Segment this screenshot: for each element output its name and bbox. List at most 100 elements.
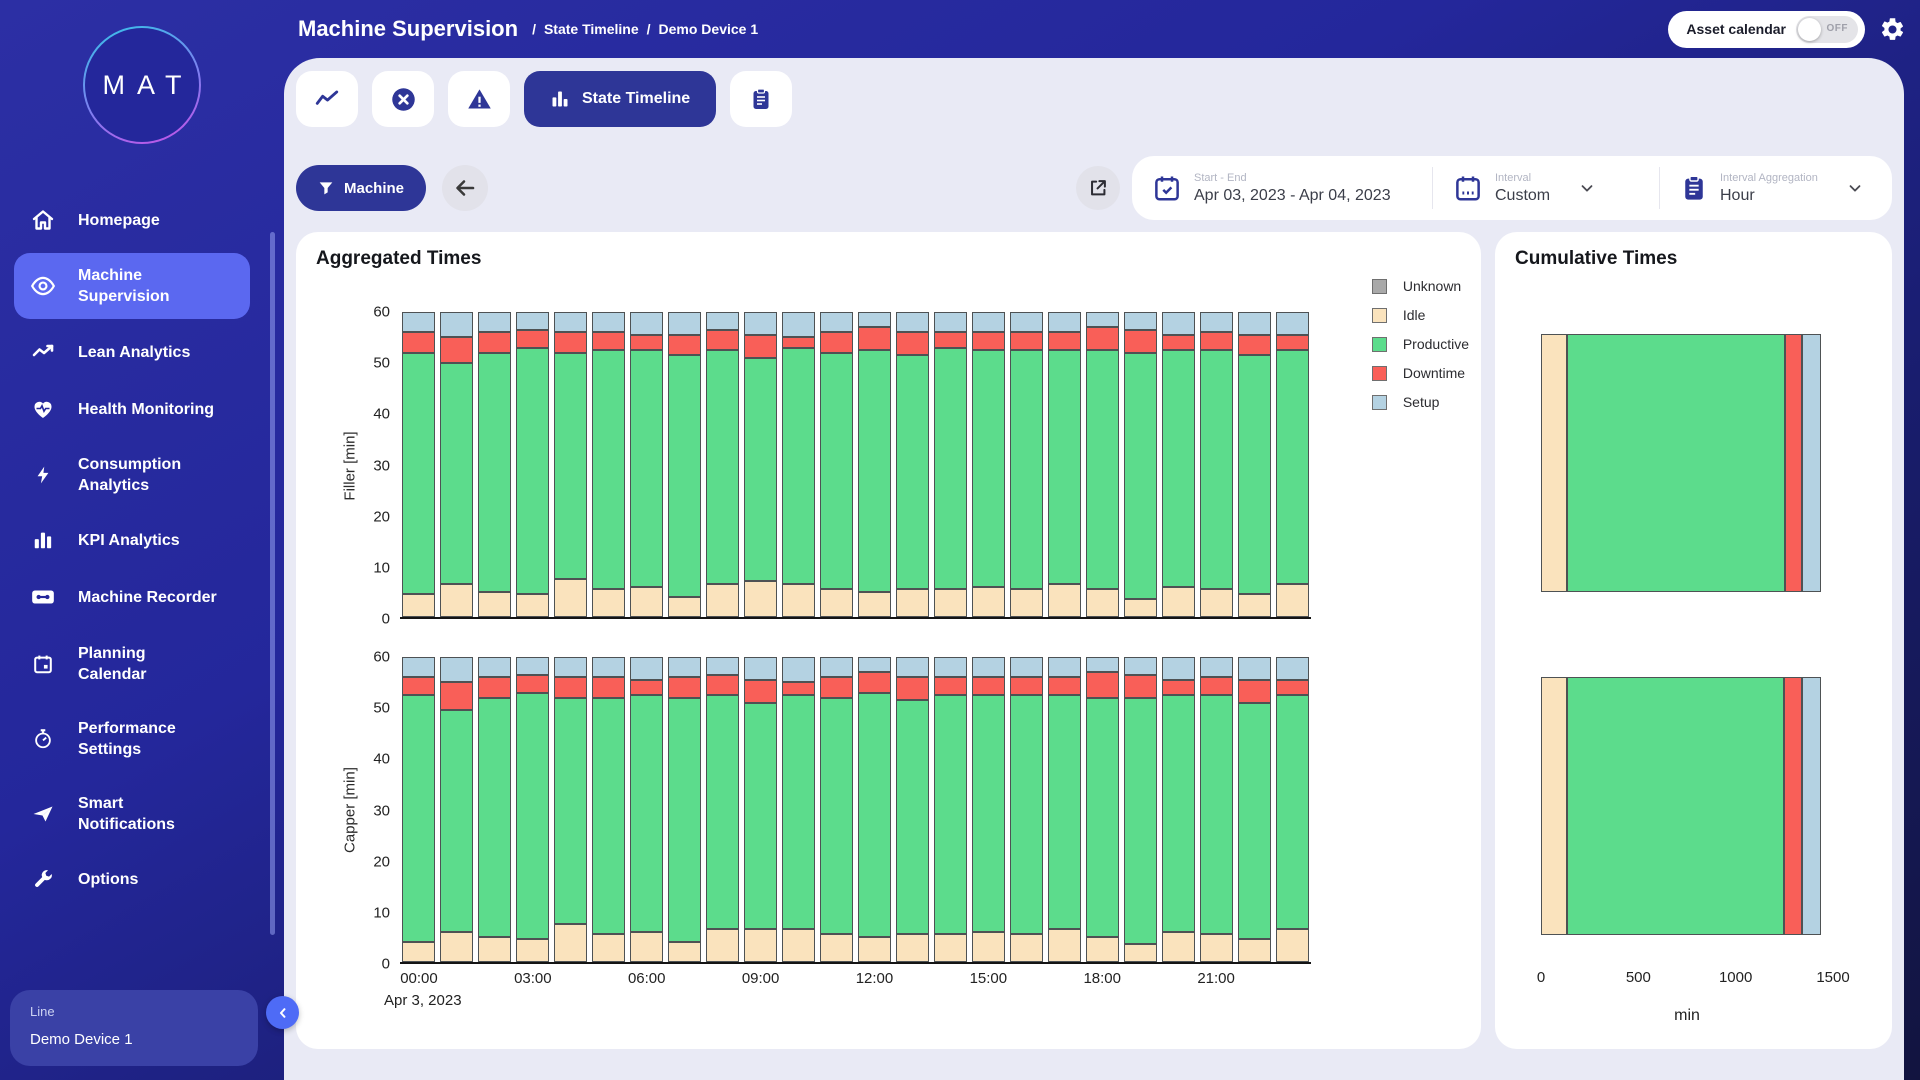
state-bar-22:00[interactable] <box>1238 312 1271 617</box>
productive-segment <box>1567 334 1785 592</box>
legend-item-unknown[interactable]: Unknown <box>1372 278 1469 294</box>
state-bar-03:00[interactable] <box>516 312 549 617</box>
machine-filter-button[interactable]: Machine <box>296 165 426 211</box>
setup-segment <box>516 657 549 675</box>
sidebar-item-machine-supervision[interactable]: Machine Supervision <box>14 253 250 319</box>
state-bar-09:00[interactable] <box>744 312 777 617</box>
state-bar-15:00[interactable] <box>972 657 1005 962</box>
breadcrumb-device[interactable]: Demo Device 1 <box>659 21 759 37</box>
state-bar-18:00[interactable] <box>1086 312 1119 617</box>
asset-calendar-switch[interactable]: OFF <box>1796 16 1858 43</box>
state-bar-16:00[interactable] <box>1010 657 1043 962</box>
state-bar-11:00[interactable] <box>820 657 853 962</box>
tab-error-view[interactable] <box>372 71 434 127</box>
sidebar-item-options[interactable]: Options <box>0 856 284 902</box>
downtime-segment <box>1784 677 1802 935</box>
state-bar-00:00[interactable] <box>402 657 435 962</box>
state-bar-13:00[interactable] <box>896 657 929 962</box>
y-tick-label: 30 <box>373 457 390 474</box>
state-bar-20:00[interactable] <box>1162 312 1195 617</box>
tab-trend-view[interactable] <box>296 71 358 127</box>
setup-segment <box>1276 657 1309 680</box>
state-bar-21:00[interactable] <box>1200 657 1233 962</box>
state-bar-04:00[interactable] <box>554 312 587 617</box>
sidebar-item-smart-notifications[interactable]: Smart Notifications <box>0 781 284 847</box>
sidebar-item-kpi-analytics[interactable]: KPI Analytics <box>0 517 284 563</box>
state-bar-02:00[interactable] <box>478 312 511 617</box>
state-bar-06:00[interactable] <box>630 312 663 617</box>
state-bar-11:00[interactable] <box>820 312 853 617</box>
downtime-segment <box>934 677 967 695</box>
idle-segment <box>1010 934 1043 962</box>
interval-aggregation-select[interactable]: Interval Aggregation Hour <box>1660 172 1892 205</box>
state-bar-14:00[interactable] <box>934 312 967 617</box>
legend-item-setup[interactable]: Setup <box>1372 394 1469 410</box>
tab-state-timeline[interactable]: State Timeline <box>524 71 716 127</box>
device-card[interactable]: Line Demo Device 1 <box>10 990 258 1066</box>
state-bar-00:00[interactable] <box>402 312 435 617</box>
productive-segment <box>516 693 549 940</box>
state-bar-05:00[interactable] <box>592 312 625 617</box>
state-bar-23:00[interactable] <box>1276 312 1309 617</box>
state-bar-07:00[interactable] <box>668 312 701 617</box>
state-bar-22:00[interactable] <box>1238 657 1271 962</box>
state-bar-09:00[interactable] <box>744 657 777 962</box>
breadcrumb-state-timeline[interactable]: State Timeline <box>544 21 639 37</box>
state-bar-01:00[interactable] <box>440 657 473 962</box>
setup-segment <box>1124 657 1157 675</box>
tab-report-view[interactable] <box>730 71 792 127</box>
productive-segment <box>440 363 473 584</box>
state-bar-13:00[interactable] <box>896 312 929 617</box>
state-bar-05:00[interactable] <box>592 657 625 962</box>
sidebar-scrollbar[interactable] <box>270 232 275 935</box>
state-bar-03:00[interactable] <box>516 657 549 962</box>
idle-segment <box>630 587 663 618</box>
state-bar-17:00[interactable] <box>1048 657 1081 962</box>
state-bar-18:00[interactable] <box>1086 657 1119 962</box>
legend-item-downtime[interactable]: Downtime <box>1372 365 1469 381</box>
state-bar-08:00[interactable] <box>706 312 739 617</box>
legend-item-idle[interactable]: Idle <box>1372 307 1469 323</box>
sidebar-collapse-button[interactable] <box>266 996 299 1029</box>
state-bar-07:00[interactable] <box>668 657 701 962</box>
state-bar-16:00[interactable] <box>1010 312 1043 617</box>
state-bar-19:00[interactable] <box>1124 312 1157 617</box>
sidebar-item-performance-settings[interactable]: Performance Settings <box>0 706 284 772</box>
state-bar-19:00[interactable] <box>1124 657 1157 962</box>
state-bar-23:00[interactable] <box>1276 657 1309 962</box>
tab-warning-view[interactable] <box>448 71 510 127</box>
state-bar-15:00[interactable] <box>972 312 1005 617</box>
sidebar-item-consumption-analytics[interactable]: Consumption Analytics <box>0 442 284 508</box>
x-tick-label: 1500 <box>1816 969 1849 986</box>
state-bar-14:00[interactable] <box>934 657 967 962</box>
sidebar-item-machine-recorder[interactable]: Machine Recorder <box>0 572 284 622</box>
state-bar-20:00[interactable] <box>1162 657 1195 962</box>
legend-item-productive[interactable]: Productive <box>1372 336 1469 352</box>
gear-icon[interactable] <box>1879 16 1906 43</box>
legend-label: Idle <box>1403 307 1426 323</box>
state-bar-10:00[interactable] <box>782 657 815 962</box>
state-bar-10:00[interactable] <box>782 312 815 617</box>
state-bar-17:00[interactable] <box>1048 312 1081 617</box>
state-bar-08:00[interactable] <box>706 657 739 962</box>
start-end-picker[interactable]: Start - End Apr 03, 2023 - Apr 04, 2023 <box>1132 172 1432 205</box>
state-bar-01:00[interactable] <box>440 312 473 617</box>
idle-segment <box>1200 589 1233 617</box>
downtime-segment <box>896 677 929 700</box>
state-bar-12:00[interactable] <box>858 312 891 617</box>
sidebar-item-health-monitoring[interactable]: Health Monitoring <box>0 385 284 433</box>
asset-calendar-toggle-pill[interactable]: Asset calendar OFF <box>1668 11 1865 48</box>
sidebar-item-homepage[interactable]: Homepage <box>0 196 284 244</box>
export-button[interactable] <box>1076 166 1120 210</box>
productive-segment <box>858 350 891 591</box>
sidebar-item-planning-calendar[interactable]: Planning Calendar <box>0 631 284 697</box>
interval-select[interactable]: Interval Custom <box>1433 172 1659 205</box>
state-bar-04:00[interactable] <box>554 657 587 962</box>
state-bar-12:00[interactable] <box>858 657 891 962</box>
setup-segment <box>1238 312 1271 335</box>
sidebar-item-lean-analytics[interactable]: Lean Analytics <box>0 328 284 376</box>
state-bar-02:00[interactable] <box>478 657 511 962</box>
state-bar-06:00[interactable] <box>630 657 663 962</box>
state-bar-21:00[interactable] <box>1200 312 1233 617</box>
back-button[interactable] <box>442 165 488 211</box>
